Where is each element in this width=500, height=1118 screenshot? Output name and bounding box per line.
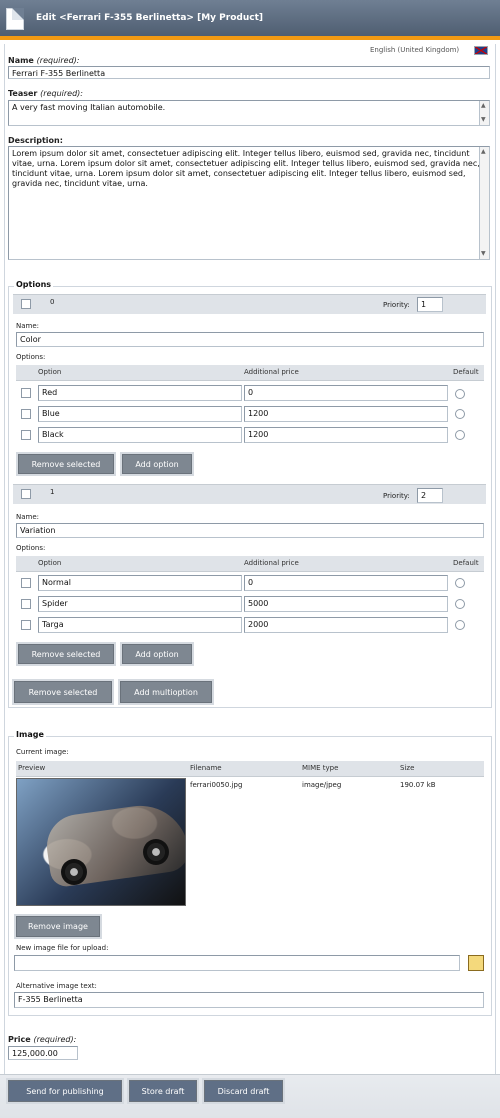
remove-image-button[interactable]: Remove image bbox=[14, 914, 102, 939]
options-label-1: Options: bbox=[16, 544, 46, 552]
option-name-label-1: Name: bbox=[16, 513, 40, 521]
options-table-header-1: Option Additional price Default bbox=[16, 556, 484, 572]
alt-text-label: Alternative image text: bbox=[16, 982, 97, 990]
discard-draft-button[interactable]: Discard draft bbox=[202, 1078, 285, 1104]
window-header: Edit <Ferrari F-355 Berlinetta> [My Prod… bbox=[0, 0, 500, 40]
option-row-0-2-default[interactable] bbox=[455, 430, 465, 440]
price-input[interactable]: 125,000.00 bbox=[8, 1046, 78, 1060]
option-row-1-0-price[interactable]: 0 bbox=[244, 575, 448, 591]
remove-selected-button-0[interactable]: Remove selected bbox=[16, 452, 116, 476]
name-input[interactable]: Ferrari F-355 Berlinetta bbox=[8, 66, 490, 79]
image-legend: Image bbox=[14, 730, 46, 739]
image-filename: ferrari0050.jpg bbox=[190, 781, 243, 789]
priority-label-0: Priority: bbox=[383, 301, 410, 309]
option-row-1-0-option[interactable]: Normal bbox=[38, 575, 242, 591]
description-scrollbar[interactable] bbox=[479, 147, 489, 259]
col-preview: Preview bbox=[18, 764, 46, 772]
option-row-0-1-option[interactable]: Blue bbox=[38, 406, 242, 422]
upload-label: New image file for upload: bbox=[16, 944, 109, 952]
folder-icon[interactable] bbox=[468, 955, 484, 971]
window-title: Edit <Ferrari F-355 Berlinetta> [My Prod… bbox=[36, 13, 263, 23]
current-image-label: Current image: bbox=[16, 748, 69, 756]
option-row-1-2-default[interactable] bbox=[455, 620, 465, 630]
option-group-1-index: 1 bbox=[50, 488, 55, 496]
col-default-0: Default bbox=[453, 368, 479, 376]
option-row-1-0-checkbox[interactable] bbox=[21, 578, 31, 588]
remove-selected-button-1[interactable]: Remove selected bbox=[16, 642, 116, 666]
image-preview bbox=[16, 778, 186, 906]
option-row-0-1-checkbox[interactable] bbox=[21, 409, 31, 419]
upload-file-input[interactable] bbox=[14, 955, 460, 971]
teaser-label: Teaser (required): bbox=[8, 89, 83, 98]
option-name-label-0: Name: bbox=[16, 322, 40, 330]
option-row-1-1-price[interactable]: 5000 bbox=[244, 596, 448, 612]
options-table-header-0: Option Additional price Default bbox=[16, 365, 484, 381]
teaser-textarea[interactable]: A very fast moving Italian automobile. bbox=[8, 100, 490, 126]
option-row-1-1-option[interactable]: Spider bbox=[38, 596, 242, 612]
option-row-0-1-default[interactable] bbox=[455, 409, 465, 419]
flag-icon[interactable] bbox=[474, 46, 488, 55]
document-icon bbox=[6, 8, 24, 30]
option-row-1-2-checkbox[interactable] bbox=[21, 620, 31, 630]
option-row-0-0-default[interactable] bbox=[455, 389, 465, 399]
option-row-0-2-checkbox[interactable] bbox=[21, 430, 31, 440]
option-row-0-2-option[interactable]: Black bbox=[38, 427, 242, 443]
option-row-1-2-price[interactable]: 2000 bbox=[244, 617, 448, 633]
image-mime-type: image/jpeg bbox=[302, 781, 342, 789]
price-label: Price (required): bbox=[8, 1035, 77, 1044]
image-size: 190.07 kB bbox=[400, 781, 436, 789]
option-group-0-index: 0 bbox=[50, 298, 55, 306]
options-label-0: Options: bbox=[16, 353, 46, 361]
front-wheel bbox=[61, 859, 87, 885]
priority-label-1: Priority: bbox=[383, 492, 410, 500]
description-textarea[interactable]: Lorem ipsum dolor sit amet, consectetuer… bbox=[8, 146, 490, 260]
send-for-publishing-button[interactable]: Send for publishing bbox=[6, 1078, 124, 1104]
col-size: Size bbox=[400, 764, 415, 772]
options-legend: Options bbox=[14, 280, 54, 289]
option-group-0-checkbox[interactable] bbox=[21, 299, 31, 309]
option-group-1-header bbox=[13, 484, 486, 504]
option-group-1-checkbox[interactable] bbox=[21, 489, 31, 499]
col-default-1: Default bbox=[453, 559, 479, 567]
add-option-button-1[interactable]: Add option bbox=[120, 642, 194, 666]
priority-input-1[interactable]: 2 bbox=[417, 488, 443, 503]
option-row-0-0-option[interactable]: Red bbox=[38, 385, 242, 401]
add-multioption-button[interactable]: Add multioption bbox=[118, 679, 214, 705]
image-table-header: Preview Filename MIME type Size bbox=[16, 761, 484, 777]
teaser-scrollbar[interactable] bbox=[479, 101, 489, 125]
description-label: Description: bbox=[8, 136, 63, 145]
option-name-input-1[interactable]: Variation bbox=[16, 523, 484, 538]
name-label: Name (required): bbox=[8, 56, 80, 65]
col-option-1: Option bbox=[38, 559, 62, 567]
option-row-1-2-option[interactable]: Targa bbox=[38, 617, 242, 633]
col-filename: Filename bbox=[190, 764, 222, 772]
option-name-input-0[interactable]: Color bbox=[16, 332, 484, 347]
store-draft-button[interactable]: Store draft bbox=[127, 1078, 199, 1104]
rear-wheel bbox=[143, 839, 169, 865]
option-row-1-0-default[interactable] bbox=[455, 578, 465, 588]
remove-selected-multioption-button[interactable]: Remove selected bbox=[12, 679, 114, 705]
language-label: English (United Kingdom) bbox=[370, 46, 460, 54]
option-row-1-1-checkbox[interactable] bbox=[21, 599, 31, 609]
option-row-0-2-price[interactable]: 1200 bbox=[244, 427, 448, 443]
option-row-1-1-default[interactable] bbox=[455, 599, 465, 609]
option-row-0-0-checkbox[interactable] bbox=[21, 388, 31, 398]
option-row-0-1-price[interactable]: 1200 bbox=[244, 406, 448, 422]
col-option-0: Option bbox=[38, 368, 62, 376]
option-row-0-0-price[interactable]: 0 bbox=[244, 385, 448, 401]
col-additional-price-1: Additional price bbox=[244, 559, 299, 567]
col-mime-type: MIME type bbox=[302, 764, 339, 772]
priority-input-0[interactable]: 1 bbox=[417, 297, 443, 312]
col-additional-price-0: Additional price bbox=[244, 368, 299, 376]
add-option-button-0[interactable]: Add option bbox=[120, 452, 194, 476]
alt-text-input[interactable]: F-355 Berlinetta bbox=[14, 992, 484, 1008]
option-group-0-header bbox=[13, 294, 486, 314]
